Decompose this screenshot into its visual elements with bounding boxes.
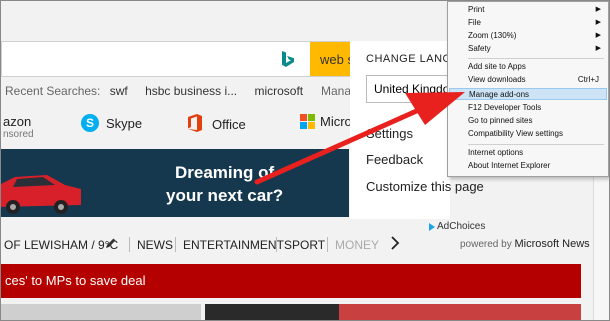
menu-separator bbox=[468, 144, 604, 145]
feedback-link[interactable]: Feedback bbox=[366, 152, 423, 167]
menu-item-label: F12 Developer Tools bbox=[468, 103, 542, 112]
tile-sponsored-label: nsored bbox=[3, 129, 34, 140]
tools-menu: Print ▶ File ▶ Zoom (130%) ▶ Safety ▶ Ad… bbox=[447, 1, 609, 177]
menu-item-f12-developer-tools[interactable]: F12 Developer Tools bbox=[449, 102, 607, 114]
menu-item-label: Print bbox=[468, 5, 485, 14]
nav-entertainment[interactable]: ENTERTAINMENT bbox=[183, 238, 284, 252]
nav-divider bbox=[276, 237, 277, 252]
recent-search-item[interactable]: swf bbox=[110, 84, 128, 98]
menu-item-about-internet-explorer[interactable]: About Internet Explorer bbox=[449, 160, 607, 172]
car-image bbox=[1, 175, 81, 214]
nav-divider bbox=[129, 237, 130, 252]
tile-label: Micro bbox=[320, 114, 352, 129]
chevron-right-icon[interactable] bbox=[390, 236, 400, 253]
tile-label: azon bbox=[3, 114, 32, 129]
nav-news[interactable]: NEWS bbox=[137, 238, 173, 252]
tile-skype[interactable]: S Skype bbox=[81, 114, 142, 132]
menu-item-label: About Internet Explorer bbox=[468, 161, 551, 170]
banner-line-2: your next car? bbox=[166, 186, 284, 205]
menu-item-internet-options[interactable]: Internet options bbox=[449, 147, 607, 159]
adchoices-icon bbox=[429, 222, 435, 231]
search-bar[interactable]: web s bbox=[1, 41, 354, 77]
bing-logo-icon[interactable] bbox=[270, 42, 306, 76]
menu-item-go-to-pinned-sites[interactable]: Go to pinned sites bbox=[449, 115, 607, 127]
change-language-heading: CHANGE LANGU bbox=[366, 53, 461, 65]
tile-label: Office bbox=[212, 117, 246, 132]
settings-panel: CHANGE LANGU United Kingdom Settings Fee… bbox=[350, 41, 484, 219]
powered-by-brand[interactable]: Microsoft News bbox=[514, 238, 589, 250]
banner-headline: Dreaming of your next car? bbox=[166, 161, 283, 207]
banner-line-1: Dreaming of bbox=[174, 163, 275, 182]
menu-item-add-site-to-apps[interactable]: Add site to Apps bbox=[449, 61, 607, 73]
nav-sport[interactable]: SPORT bbox=[284, 238, 325, 252]
adchoices-link[interactable]: AdChoices bbox=[429, 221, 485, 232]
news-thumbnail[interactable] bbox=[1, 304, 201, 320]
skype-icon: S bbox=[81, 114, 99, 132]
microsoft-logo-icon bbox=[300, 114, 315, 129]
menu-item-label: Manage add-ons bbox=[469, 90, 530, 99]
menu-item-label: Internet options bbox=[468, 148, 524, 157]
powered-by-label: powered by bbox=[460, 239, 512, 250]
news-thumbnail[interactable] bbox=[205, 304, 350, 320]
tile-label: Skype bbox=[106, 115, 143, 131]
breaking-news-headline[interactable]: ces' to MPs to save deal bbox=[1, 264, 581, 298]
menu-item-view-downloads[interactable]: View downloads Ctrl+J bbox=[449, 74, 607, 86]
quick-links: azon nsored S Skype Office Micro bbox=[1, 108, 353, 146]
tile-office[interactable]: Office bbox=[187, 114, 246, 135]
menu-item-file[interactable]: File ▶ bbox=[449, 17, 607, 29]
submenu-arrow-icon: ▶ bbox=[595, 45, 601, 52]
menu-item-manage-add-ons[interactable]: Manage add-ons bbox=[449, 88, 607, 100]
web-search-button[interactable]: web s bbox=[310, 42, 354, 76]
car-ad-banner[interactable]: Dreaming of your next car? bbox=[1, 149, 349, 217]
submenu-arrow-icon: ▶ bbox=[595, 32, 601, 39]
browser-window: web s Recent Searches: swf hsbc business… bbox=[0, 0, 610, 321]
nav-divider bbox=[175, 237, 176, 252]
menu-item-label: Zoom (130%) bbox=[468, 31, 517, 40]
recent-search-item[interactable]: hsbc business i... bbox=[145, 84, 237, 98]
customize-page-link[interactable]: Customize this page bbox=[366, 179, 484, 194]
pencil-icon[interactable] bbox=[105, 237, 117, 252]
nav-divider bbox=[327, 237, 328, 252]
nav-money[interactable]: MONEY bbox=[335, 238, 379, 252]
settings-link[interactable]: Settings bbox=[366, 126, 413, 141]
recent-searches-label: Recent Searches: bbox=[5, 84, 101, 98]
tile-microsoft[interactable]: Micro bbox=[300, 114, 352, 129]
manage-history-link[interactable]: Mana bbox=[321, 84, 351, 98]
news-nav: OF LEWISHAM / 9°C NEWS ENTERTAINMENT SPO… bbox=[1, 233, 609, 257]
menu-item-label: Go to pinned sites bbox=[468, 116, 533, 125]
powered-by: powered by Microsoft News bbox=[460, 238, 590, 250]
menu-item-label: Compatibility View settings bbox=[468, 129, 564, 138]
office-icon bbox=[187, 114, 203, 135]
menu-item-compatibility-view[interactable]: Compatibility View settings bbox=[449, 128, 607, 140]
adchoices-label: AdChoices bbox=[437, 221, 486, 232]
menu-item-shortcut: Ctrl+J bbox=[577, 75, 599, 84]
menu-item-label: Safety bbox=[468, 44, 491, 53]
menu-separator bbox=[468, 58, 604, 59]
submenu-arrow-icon: ▶ bbox=[595, 6, 601, 13]
menu-item-safety[interactable]: Safety ▶ bbox=[449, 43, 607, 55]
menu-item-print[interactable]: Print ▶ bbox=[449, 4, 607, 16]
menu-item-label: Add site to Apps bbox=[468, 62, 526, 71]
menu-item-label: File bbox=[468, 18, 481, 27]
recent-search-item[interactable]: microsoft bbox=[254, 84, 303, 98]
menu-item-label: View downloads bbox=[468, 75, 526, 84]
news-thumbnail[interactable] bbox=[339, 304, 581, 320]
menu-item-zoom[interactable]: Zoom (130%) ▶ bbox=[449, 30, 607, 42]
submenu-arrow-icon: ▶ bbox=[595, 19, 601, 26]
recent-searches: Recent Searches: swf hsbc business i... … bbox=[5, 84, 351, 98]
tile-amazon[interactable]: azon nsored bbox=[3, 114, 34, 140]
location-weather[interactable]: OF LEWISHAM / 9°C bbox=[4, 238, 118, 252]
